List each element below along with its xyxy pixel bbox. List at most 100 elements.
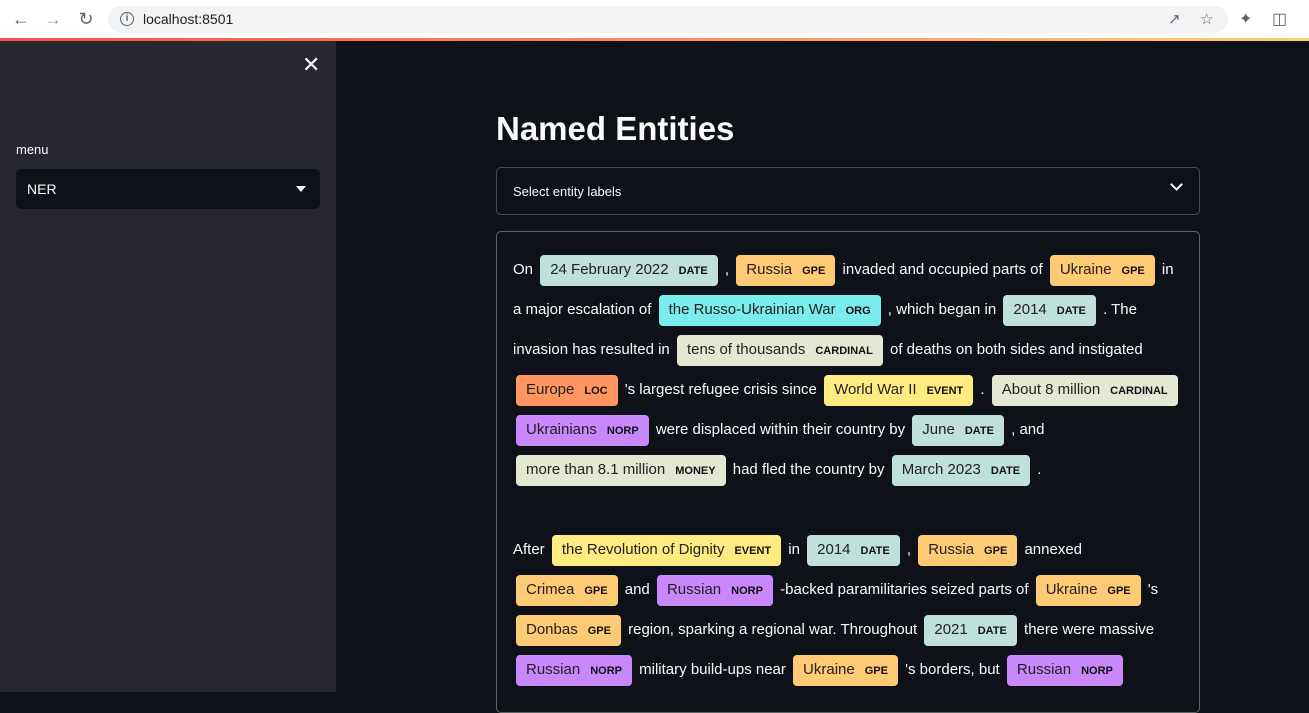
plain-text: , which began in: [883, 301, 1001, 318]
entity-mark: tens of thousands CARDINAL: [676, 335, 883, 366]
entity-mark: World War II EVENT: [824, 375, 974, 406]
entity-mark: 2021 DATE: [924, 615, 1017, 646]
entity-visualization: On 24 February 2022 DATE , Russia GPE inva…: [496, 231, 1200, 713]
entity-text: June: [922, 421, 955, 438]
entity-label: DATE: [977, 625, 1007, 637]
entity-mark: Ukrainians NORP: [516, 415, 649, 446]
entity-mark: Russia GPE: [918, 535, 1018, 566]
plain-text: annexed: [1020, 541, 1083, 558]
entity-text: 24 February 2022: [550, 261, 669, 278]
plain-text: invaded and occupied parts of: [838, 261, 1047, 278]
entity-text: Russian: [1016, 661, 1072, 678]
entity-mark: 24 February 2022 DATE: [540, 255, 718, 286]
entity-label: DATE: [990, 465, 1021, 477]
entity-mark: Russian NORP: [656, 575, 773, 606]
entity-text: Crimea: [526, 581, 575, 598]
entity-labels-multiselect[interactable]: Select entity labels: [496, 167, 1200, 215]
address-bar[interactable]: i localhost:8501 ↗ ☆: [108, 6, 1228, 33]
entity-mark: About 8 million CARDINAL: [991, 375, 1178, 406]
menu-select[interactable]: NER: [16, 169, 320, 209]
plain-text: ,: [902, 541, 916, 558]
entity-label: GPE: [802, 265, 826, 277]
star-icon[interactable]: ☆: [1200, 10, 1213, 28]
plain-text: .: [1033, 461, 1042, 478]
entity-text: Ukraine: [1045, 581, 1098, 598]
entity-label: NORP: [606, 425, 639, 437]
plain-text: ,: [720, 261, 734, 278]
info-icon[interactable]: i: [120, 12, 134, 26]
entity-mark: Donbas GPE: [516, 615, 621, 646]
entity-label: DATE: [1056, 305, 1086, 317]
entity-mark: Ukraine GPE: [793, 655, 898, 686]
plain-text: were displaced within their country by: [651, 421, 910, 438]
plain-text: had fled the country by: [728, 461, 889, 478]
entity-mark: Crimea GPE: [516, 575, 618, 606]
entity-paragraph: After the Revolution of Dignity EVENT in …: [513, 530, 1185, 690]
entity-label: GPE: [587, 625, 611, 637]
entity-label: EVENT: [734, 545, 772, 557]
plain-text: 's largest refugee crisis since: [620, 381, 822, 398]
chevron-down-icon: [1170, 178, 1183, 191]
entity-mark: the Revolution of Dignity EVENT: [551, 535, 782, 566]
entity-label: GPE: [1107, 585, 1131, 597]
entity-label: CARDINAL: [1110, 385, 1168, 397]
plain-text: On: [513, 261, 538, 278]
plain-text: , and: [1006, 421, 1045, 438]
entity-text: About 8 million: [1001, 381, 1101, 398]
plain-text: After: [513, 541, 549, 558]
plain-text: in: [784, 541, 805, 558]
plain-text: .: [976, 381, 989, 398]
entity-text: Russian: [666, 581, 722, 598]
entity-mark: more than 8.1 million MONEY: [516, 455, 726, 486]
entity-label: NORP: [731, 585, 763, 597]
close-icon[interactable]: ✕: [302, 53, 320, 77]
entity-text: Ukraine: [1059, 261, 1112, 278]
entity-mark: Russian NORP: [516, 655, 632, 686]
entity-text: Donbas: [526, 621, 578, 638]
entity-mark: Europe LOC: [516, 375, 618, 406]
sidepanel-icon[interactable]: ◫: [1272, 9, 1287, 29]
entity-label: EVENT: [926, 385, 964, 397]
entity-mark: March 2023 DATE: [891, 455, 1031, 486]
entity-text: Russia: [746, 261, 793, 278]
entity-mark: 2014 DATE: [807, 535, 900, 566]
reload-icon[interactable]: ↻: [75, 8, 97, 30]
entity-mark: June DATE: [912, 415, 1004, 446]
entity-mark: Russian NORP: [1006, 655, 1123, 686]
entity-label: DATE: [860, 545, 890, 557]
sidebar: ✕ menu NER: [0, 41, 336, 692]
plain-text: military build-ups near: [634, 661, 791, 678]
plain-text: region, sparking a regional war. Through…: [623, 621, 922, 638]
extensions-icon[interactable]: ✦: [1239, 9, 1252, 29]
url-text: localhost:8501: [143, 11, 234, 27]
entity-text: World War II: [834, 381, 917, 398]
entity-label: GPE: [584, 585, 608, 597]
entity-label: GPE: [864, 665, 888, 677]
entity-text: the Revolution of Dignity: [561, 541, 725, 558]
entity-label: DATE: [678, 265, 708, 277]
entity-text: Ukraine: [803, 661, 855, 678]
plain-text: -backed paramilitaries seized parts of: [775, 581, 1033, 598]
forward-icon[interactable]: →: [42, 8, 64, 30]
entity-mark: Ukraine GPE: [1035, 575, 1141, 606]
entity-label: DATE: [964, 425, 994, 437]
entity-mark: Russia GPE: [736, 255, 836, 286]
entity-label: GPE: [984, 545, 1008, 557]
entity-label: LOC: [584, 385, 608, 397]
plain-text: and: [620, 581, 654, 598]
entity-label: ORG: [845, 305, 871, 317]
entity-mark: 2014 DATE: [1003, 295, 1096, 326]
entity-text: Europe: [526, 381, 575, 398]
entity-text: 2021: [934, 621, 968, 638]
entity-text: On 24 February 2022 DATE , Russia GPE inva…: [497, 232, 1199, 690]
multiselect-placeholder: Select entity labels: [513, 184, 622, 199]
plain-text: of deaths on both sides and instigated: [885, 341, 1143, 358]
plain-text: 's borders, but: [900, 661, 1004, 678]
entity-label: GPE: [1121, 265, 1145, 277]
back-icon[interactable]: ←: [10, 8, 32, 30]
share-icon[interactable]: ↗: [1168, 10, 1181, 28]
menu-select-value: NER: [27, 181, 57, 197]
entity-mark: the Russo-Ukrainian War ORG: [658, 295, 881, 326]
menu-label: menu: [16, 142, 49, 157]
entity-label: NORP: [590, 665, 622, 677]
